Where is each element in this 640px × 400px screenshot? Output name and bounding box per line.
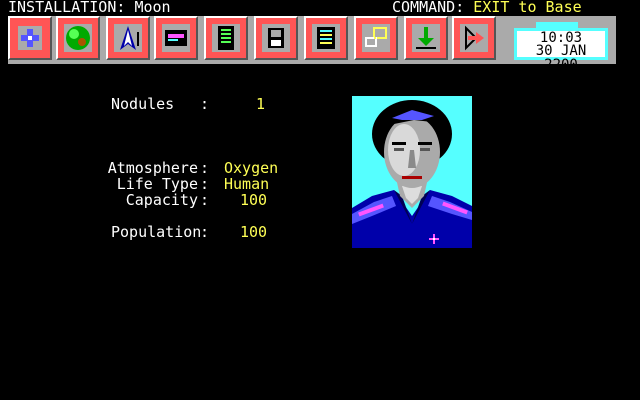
ship-button[interactable] bbox=[106, 16, 150, 60]
status-line: INSTALLATION: Moon COMMAND: EXIT to Base bbox=[0, 0, 640, 16]
installation-line: INSTALLATION: Moon bbox=[8, 0, 171, 16]
report-icon bbox=[312, 24, 340, 52]
arrow-down-button[interactable] bbox=[404, 16, 448, 60]
inhabitant-portrait bbox=[352, 96, 472, 248]
disk-icon bbox=[262, 24, 290, 52]
planet-button[interactable] bbox=[56, 16, 100, 60]
capacity-label: Capacity bbox=[125, 191, 198, 209]
command-value: EXIT to Base bbox=[473, 0, 582, 16]
ship-icon bbox=[114, 24, 142, 52]
installation-value: Moon bbox=[134, 0, 171, 16]
lifetype-value: Human bbox=[224, 175, 270, 193]
clock-panel: 10:03 30 JAN 2200 bbox=[502, 16, 616, 72]
lifetype-colon: : bbox=[200, 175, 210, 193]
arrow-down-icon bbox=[412, 24, 440, 52]
dpad-button[interactable] bbox=[8, 16, 52, 60]
atmosphere-colon: : bbox=[200, 159, 210, 177]
disk-button[interactable] bbox=[254, 16, 298, 60]
dpad-icon bbox=[18, 26, 42, 50]
lifetype-label: Life Type bbox=[116, 175, 198, 193]
atmosphere-label: Atmosphere bbox=[107, 159, 198, 177]
population-value: 100 bbox=[240, 223, 268, 241]
population-colon: : bbox=[200, 223, 210, 241]
map-button[interactable] bbox=[354, 16, 398, 60]
monitor-button[interactable] bbox=[154, 16, 198, 60]
population-label: Population bbox=[111, 223, 202, 241]
nodules-label: Nodules bbox=[111, 95, 175, 113]
command-line: COMMAND: EXIT to Base bbox=[392, 0, 582, 16]
map-icon bbox=[362, 24, 390, 52]
command-label: COMMAND: bbox=[392, 0, 465, 16]
clock-frame: 10:03 30 JAN 2200 bbox=[514, 28, 608, 72]
nodules-colon: : bbox=[200, 95, 210, 113]
exit-button[interactable] bbox=[452, 16, 496, 60]
clock-date: 30 JAN 2200 bbox=[535, 43, 587, 73]
clock-display: 10:03 30 JAN 2200 bbox=[517, 31, 605, 72]
capacity-colon: : bbox=[200, 191, 210, 209]
nodules-value: 1 bbox=[256, 95, 266, 113]
monitor-icon bbox=[162, 24, 190, 52]
capacity-value: 100 bbox=[240, 191, 268, 209]
data-panel-button[interactable] bbox=[204, 16, 248, 60]
toolbar: 10:03 30 JAN 2200 bbox=[8, 16, 616, 72]
atmosphere-value: Oxygen bbox=[224, 159, 279, 177]
data-panel-icon bbox=[212, 24, 240, 52]
exit-arrow-icon bbox=[460, 24, 488, 52]
planet-icon bbox=[64, 24, 92, 52]
report-button[interactable] bbox=[304, 16, 348, 60]
installation-label: INSTALLATION: bbox=[8, 0, 126, 16]
